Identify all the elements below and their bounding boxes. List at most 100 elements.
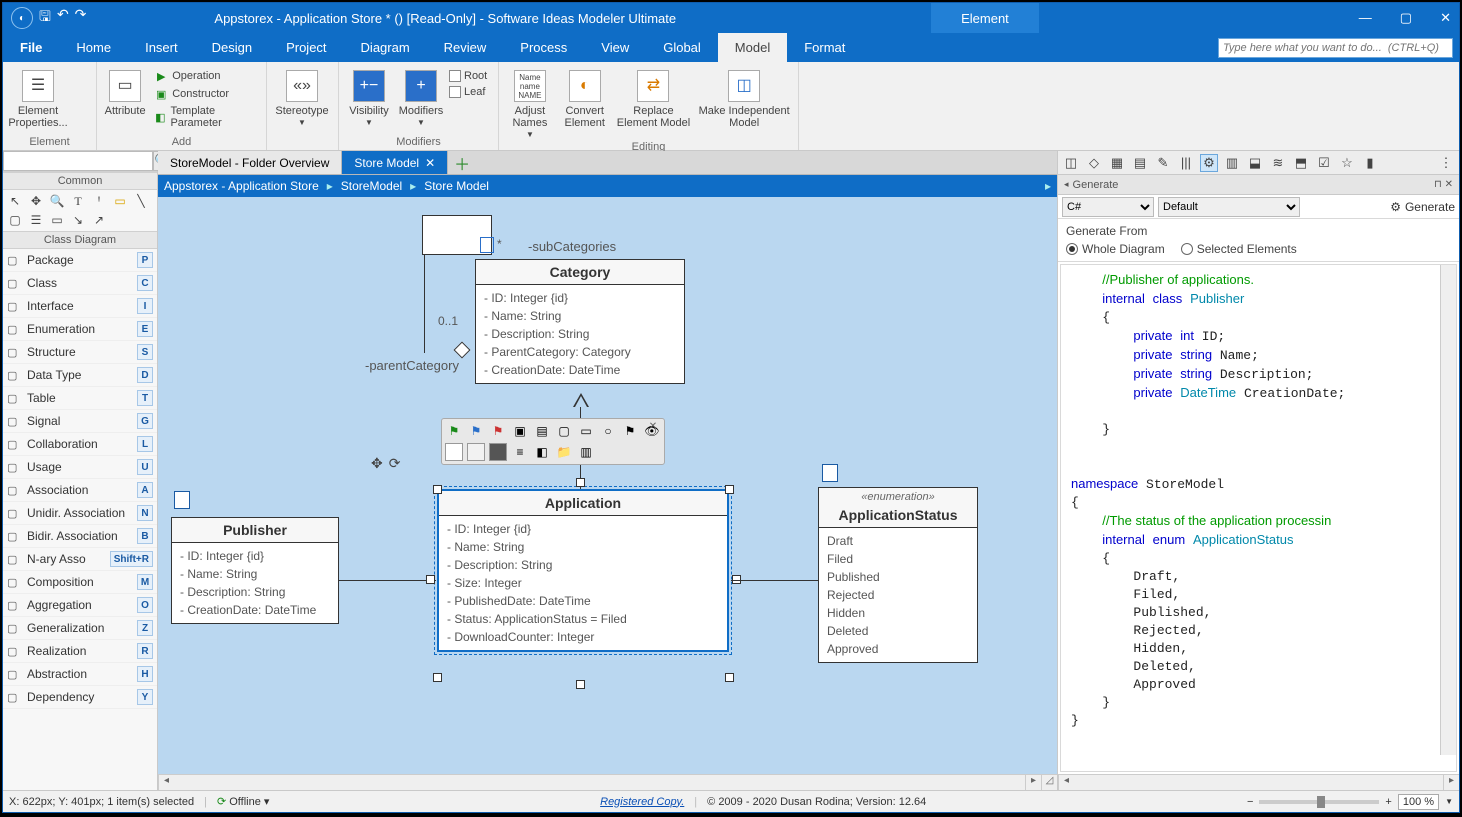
selected-elements-radio[interactable]: Selected Elements xyxy=(1181,242,1297,256)
adjust-names-button[interactable]: NamenameNAMEAdjust Names▼ xyxy=(505,68,555,141)
text-edit-icon[interactable]: Ꞌ xyxy=(90,193,108,209)
palette-item[interactable]: ▢CompositionM xyxy=(3,571,157,594)
zoom-value[interactable]: 100 % xyxy=(1398,794,1439,810)
text-tool-icon[interactable]: T xyxy=(69,193,87,209)
code-vscroll[interactable] xyxy=(1440,265,1456,755)
attribute-row[interactable]: - Name: String xyxy=(180,565,330,583)
attribute-row[interactable]: - ParentCategory: Category xyxy=(484,343,676,361)
attribute-row[interactable]: - Description: String xyxy=(484,325,676,343)
visibility-button[interactable]: +−Visibility▼ xyxy=(345,68,393,129)
app-logo-icon[interactable]: ◐ xyxy=(11,7,33,29)
list-tool-icon[interactable]: ☰ xyxy=(27,212,45,228)
template-parameter-button[interactable]: ◧Template Parameter xyxy=(151,104,260,130)
tool8-icon[interactable]: ▥ xyxy=(1223,154,1241,172)
tool2-icon[interactable]: ◇ xyxy=(1085,154,1103,172)
move-tool-icon[interactable]: ✥ xyxy=(27,193,45,209)
make-independent-button[interactable]: ◫Make Independent Model xyxy=(696,68,792,129)
element-properties-button[interactable]: ☰Element Properties... xyxy=(9,68,67,129)
replace-element-button[interactable]: ⇄Replace Element Model xyxy=(615,68,693,129)
box-tool-icon[interactable]: ▢ xyxy=(6,212,24,228)
attribute-row[interactable]: - ID: Integer {id} xyxy=(484,289,676,307)
flag-green-icon[interactable]: ⚑ xyxy=(445,422,463,440)
palette-item[interactable]: ▢AssociationA xyxy=(3,479,157,502)
tool3-icon[interactable]: ▦ xyxy=(1108,154,1126,172)
tool14-icon[interactable]: ▮ xyxy=(1361,154,1379,172)
tool11-icon[interactable]: ⬒ xyxy=(1292,154,1310,172)
circle-icon[interactable]: ○ xyxy=(599,422,617,440)
attribute-row[interactable]: - Description: String xyxy=(180,583,330,601)
resize-handle[interactable] xyxy=(426,575,435,584)
menu-review[interactable]: Review xyxy=(427,33,504,62)
palette-item[interactable]: ▢RealizationR xyxy=(3,640,157,663)
generate-tool-icon[interactable]: ⚙ xyxy=(1200,154,1218,172)
resize-handle[interactable] xyxy=(433,485,442,494)
palette-item[interactable]: ▢Unidir. AssociationN xyxy=(3,502,157,525)
resize-handle[interactable] xyxy=(576,478,585,487)
modifiers-button[interactable]: +Modifiers▼ xyxy=(397,68,445,129)
generate-header[interactable]: ◂Generate⊓ ✕ xyxy=(1058,175,1459,195)
minimize-icon[interactable]: — xyxy=(1359,10,1372,26)
screen-icon[interactable]: ▢ xyxy=(555,422,573,440)
tool13-icon[interactable]: ☆ xyxy=(1338,154,1356,172)
pointer-tool-icon[interactable]: ↖ xyxy=(6,193,24,209)
palette-item[interactable]: ▢InterfaceI xyxy=(3,295,157,318)
palette-item[interactable]: ▢AggregationO xyxy=(3,594,157,617)
attribute-row[interactable]: - Name: String xyxy=(447,538,719,556)
resize-handle[interactable] xyxy=(576,680,585,689)
context-tab[interactable]: Element xyxy=(931,3,1039,33)
menu-format[interactable]: Format xyxy=(787,33,862,62)
zoom-tool-icon[interactable]: 🔍 xyxy=(48,193,66,209)
conn2-icon[interactable]: ↗ xyxy=(90,212,108,228)
flag-red-icon[interactable]: ⚑ xyxy=(489,422,507,440)
undo-icon[interactable]: ↶ xyxy=(57,6,69,30)
attribute-row[interactable]: Rejected xyxy=(827,586,969,604)
palette-search-input[interactable] xyxy=(3,151,153,171)
code-hscroll[interactable]: ◂▸ xyxy=(1058,774,1459,790)
menu-process[interactable]: Process xyxy=(503,33,584,62)
generate-button[interactable]: ⚙Generate xyxy=(1390,200,1455,214)
menu-project[interactable]: Project xyxy=(269,33,343,62)
conn1-icon[interactable]: ↘ xyxy=(69,212,87,228)
tool6-icon[interactable]: ||| xyxy=(1177,154,1195,172)
rect-outline-icon[interactable]: ▭ xyxy=(577,422,595,440)
palette-common-header[interactable]: Common xyxy=(3,172,157,190)
tool9-icon[interactable]: ⬓ xyxy=(1246,154,1264,172)
flag-blue-icon[interactable]: ⚑ xyxy=(467,422,485,440)
palette-item[interactable]: ▢Data TypeD xyxy=(3,364,157,387)
leaf-checkbox[interactable]: Leaf xyxy=(449,86,487,98)
breadcrumb-item[interactable]: Appstorex - Application Store xyxy=(164,179,319,193)
operation-button[interactable]: ▶Operation xyxy=(151,68,260,84)
menu-model[interactable]: Model xyxy=(718,33,787,62)
save-icon[interactable]: 🖫 xyxy=(39,6,51,30)
attribute-row[interactable]: - DownloadCounter: Integer xyxy=(447,628,719,646)
menu-diagram[interactable]: Diagram xyxy=(344,33,427,62)
palette-item[interactable]: ▢TableT xyxy=(3,387,157,410)
palette-item[interactable]: ▢GeneralizationZ xyxy=(3,617,157,640)
resize-handle[interactable] xyxy=(433,673,442,682)
maximize-icon[interactable]: ▢ xyxy=(1400,10,1412,26)
zoom-slider[interactable] xyxy=(1259,800,1379,804)
palette-item[interactable]: ▢EnumerationE xyxy=(3,318,157,341)
attribute-row[interactable]: - CreationDate: DateTime xyxy=(180,601,330,619)
whole-diagram-radio[interactable]: Whole Diagram xyxy=(1066,242,1165,256)
uml-class-publisher[interactable]: Publisher - ID: Integer {id}- Name: Stri… xyxy=(171,517,339,624)
code-output[interactable]: //Publisher of applications. internal cl… xyxy=(1060,264,1457,772)
help-search-input[interactable] xyxy=(1218,38,1453,58)
attribute-row[interactable]: Draft xyxy=(827,532,969,550)
uml-class-application[interactable]: Application - ID: Integer {id}- Name: St… xyxy=(437,489,729,652)
palette-item[interactable]: ▢UsageU xyxy=(3,456,157,479)
palette-item[interactable]: ▢StructureS xyxy=(3,341,157,364)
palette-item[interactable]: ▢PackageP xyxy=(3,249,157,272)
attribute-row[interactable]: Filed xyxy=(827,550,969,568)
registered-link[interactable]: Registered Copy. xyxy=(600,796,684,808)
attribute-row[interactable]: - ID: Integer {id} xyxy=(180,547,330,565)
tool5-icon[interactable]: ✎ xyxy=(1154,154,1172,172)
convert-element-button[interactable]: ◐Convert Element xyxy=(559,68,611,129)
tool10-icon[interactable]: ≋ xyxy=(1269,154,1287,172)
flag2-icon[interactable]: ⚑ xyxy=(621,422,639,440)
sync-icon[interactable]: ⟳ xyxy=(389,455,401,472)
palette-item[interactable]: ▢Bidir. AssociationB xyxy=(3,525,157,548)
tab-add-button[interactable]: ＋ xyxy=(448,151,476,174)
palette-item[interactable]: ▢CollaborationL xyxy=(3,433,157,456)
redo-icon[interactable]: ↷ xyxy=(75,6,87,30)
